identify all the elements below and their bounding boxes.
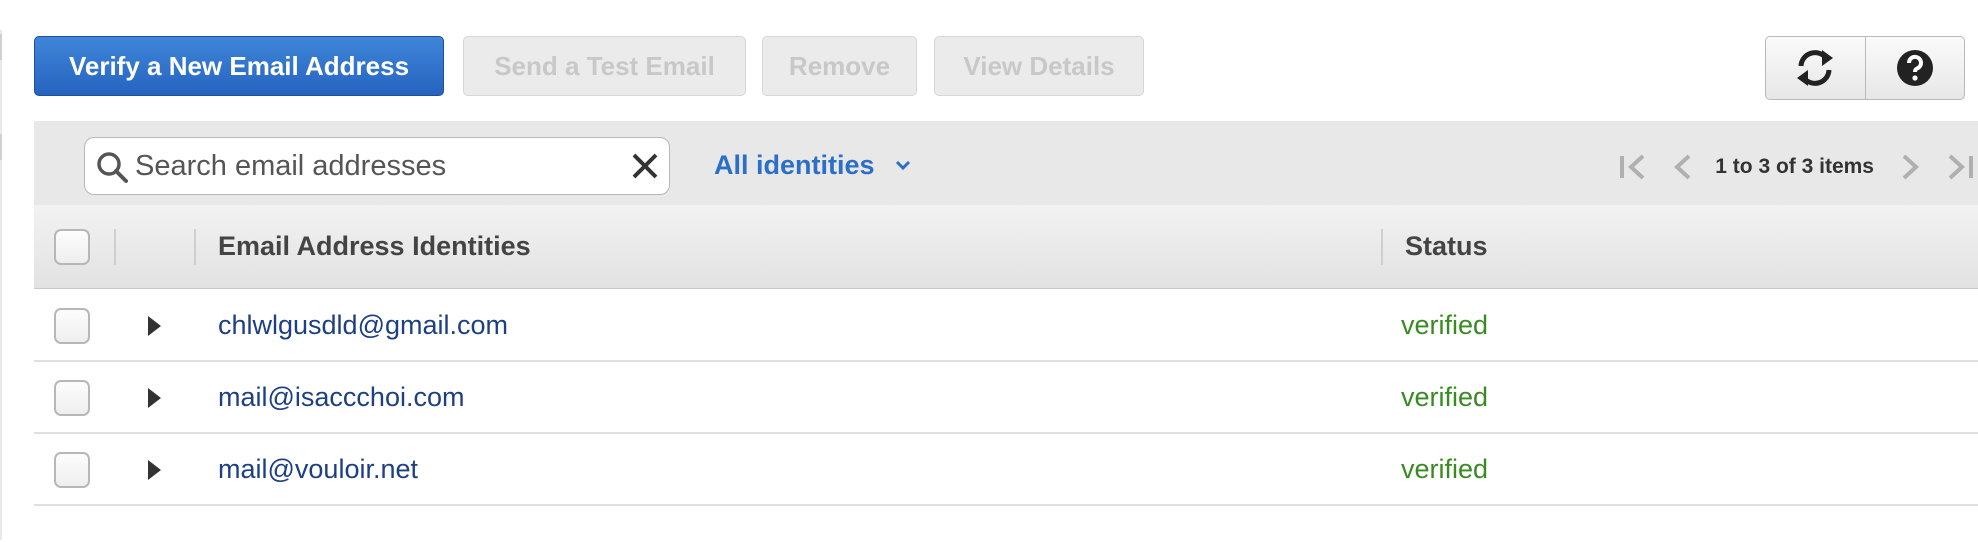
search-box (84, 137, 670, 195)
verify-new-email-button[interactable]: Verify a New Email Address (34, 36, 444, 96)
pagination-text: 1 to 3 of 3 items (1715, 155, 1874, 178)
select-all-checkbox[interactable] (54, 229, 90, 265)
email-identity-link[interactable]: chlwlgusdld@gmail.com (218, 310, 508, 341)
status-text: verified (1401, 382, 1489, 412)
status-text: verified (1401, 454, 1489, 484)
row-checkbox[interactable] (54, 380, 90, 416)
table-row[interactable]: mail@isaccchoi.com verified (34, 362, 1978, 434)
left-panel-edge (0, 30, 2, 540)
last-page-icon[interactable] (1942, 150, 1978, 184)
table-toolbar: All identities 1 to 3 of 3 items (34, 121, 1978, 205)
refresh-button[interactable] (1766, 37, 1865, 99)
row-checkbox[interactable] (54, 452, 90, 488)
chevron-down-icon (895, 160, 910, 171)
row-checkbox[interactable] (54, 308, 90, 344)
expand-row-icon[interactable] (146, 315, 162, 337)
help-button[interactable] (1864, 37, 1965, 99)
column-divider (1381, 229, 1383, 265)
column-divider (194, 229, 196, 265)
search-icon (97, 152, 128, 183)
clear-search-icon[interactable] (629, 150, 661, 182)
identity-filter-dropdown[interactable]: All identities (714, 147, 911, 183)
previous-page-icon[interactable] (1665, 150, 1701, 184)
status-text: verified (1401, 310, 1489, 340)
pagination: 1 to 3 of 3 items (1615, 147, 1978, 187)
left-panel-tick (0, 134, 2, 160)
expand-row-icon[interactable] (146, 459, 162, 481)
table-row[interactable]: chlwlgusdld@gmail.com verified (34, 290, 1978, 362)
expand-row-icon[interactable] (146, 387, 162, 409)
column-header-status[interactable]: Status (1405, 231, 1488, 262)
search-input[interactable] (135, 138, 605, 194)
help-icon (1896, 50, 1933, 86)
remove-button[interactable]: Remove (762, 36, 917, 96)
first-page-icon[interactable] (1615, 150, 1651, 184)
icon-button-group (1765, 36, 1965, 100)
table-header: Email Address Identities Status (34, 205, 1978, 289)
send-test-email-button[interactable]: Send a Test Email (463, 36, 746, 96)
identity-filter-label: All identities (714, 149, 875, 180)
next-page-icon[interactable] (1892, 150, 1928, 184)
refresh-icon (1797, 50, 1834, 86)
left-panel-tick (0, 34, 2, 60)
email-identity-link[interactable]: mail@isaccchoi.com (218, 382, 464, 413)
column-divider (114, 229, 116, 265)
table-row[interactable]: mail@vouloir.net verified (34, 434, 1978, 506)
view-details-button[interactable]: View Details (934, 36, 1144, 96)
column-header-email[interactable]: Email Address Identities (218, 231, 531, 262)
email-identity-link[interactable]: mail@vouloir.net (218, 454, 418, 485)
